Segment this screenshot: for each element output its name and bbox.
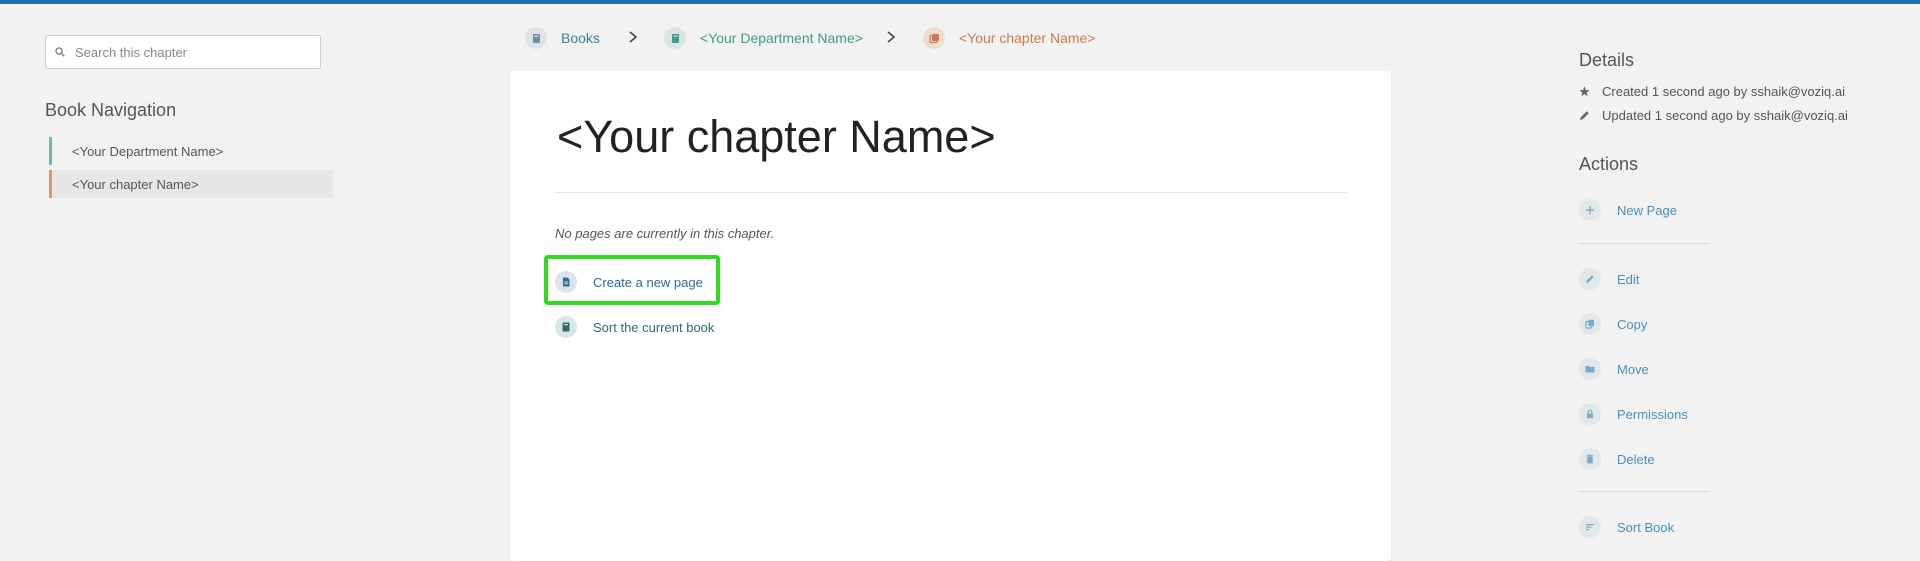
breadcrumb-books-label: Books [561,30,600,46]
permissions-label: Permissions [1617,406,1688,422]
search-input[interactable] [73,43,307,61]
updated-text: Updated 1 second ago by sshaik@voziq.ai [1602,108,1848,123]
chevron-right-icon [886,29,900,45]
copy-icon [1579,313,1601,335]
folder-icon [1579,358,1601,380]
breadcrumb-chapter[interactable]: <Your chapter Name> [923,27,1095,49]
details-heading: Details [1579,50,1635,70]
sort-icon [1579,516,1601,538]
actions-heading: Actions [1579,154,1639,174]
star-icon [1579,86,1590,97]
book-icon [555,316,577,338]
actions-divider [1579,491,1709,492]
sort-book-action[interactable]: Sort Book [1579,516,1674,538]
chapter-icon [923,27,945,49]
search-icon [55,47,65,57]
move-label: Move [1617,361,1649,377]
chapter-content-card: <Your chapter Name> No pages are current… [510,71,1391,561]
book-navigation-title: Book Navigation [45,100,177,120]
sort-book-label: Sort Book [1617,519,1675,535]
copy-label: Copy [1617,316,1648,332]
nav-item-chapter[interactable]: <Your chapter Name> [49,170,333,198]
permissions-action[interactable]: Permissions [1579,403,1688,425]
created-text: Created 1 second ago by sshaik@voziq.ai [1602,84,1846,99]
page-title: <Your chapter Name> [557,111,996,162]
book-icon [664,27,686,49]
create-page-label: Create a new page [593,274,703,290]
breadcrumb-chapter-label: <Your chapter Name> [959,30,1096,46]
actions-divider [1579,243,1709,244]
move-action[interactable]: Move [1579,358,1649,380]
sort-current-book-label: Sort the current book [593,319,715,335]
trash-icon [1579,448,1601,470]
plus-icon [1579,199,1601,221]
copy-action[interactable]: Copy [1579,313,1647,335]
edit-action[interactable]: Edit [1579,268,1639,290]
delete-action[interactable]: Delete [1579,448,1655,470]
new-page-label: New Page [1617,202,1677,218]
delete-label: Delete [1617,451,1655,467]
create-page-link[interactable]: Create a new page [555,271,703,293]
sort-current-book-link[interactable]: Sort the current book [555,316,714,338]
lock-icon [1579,403,1601,425]
nav-item-department[interactable]: <Your Department Name> [49,137,333,165]
breadcrumb-books[interactable]: Books [525,27,600,49]
empty-chapter-message: No pages are currently in this chapter. [555,226,775,241]
breadcrumb-department-label: <Your Department Name> [700,30,863,46]
new-page-action[interactable]: New Page [1579,199,1677,221]
breadcrumb-department[interactable]: <Your Department Name> [664,27,863,49]
page-icon [555,271,577,293]
top-accent-bar [0,0,1920,4]
books-icon [525,27,547,49]
pencil-icon [1579,268,1601,290]
edit-label: Edit [1617,271,1640,287]
title-divider [555,192,1347,193]
chapter-search[interactable] [45,35,321,69]
pencil-icon [1580,111,1589,120]
chevron-right-icon [628,29,642,45]
updated-info: Updated 1 second ago by sshaik@voziq.ai [1579,108,1848,123]
created-info: Created 1 second ago by sshaik@voziq.ai [1579,84,1845,99]
